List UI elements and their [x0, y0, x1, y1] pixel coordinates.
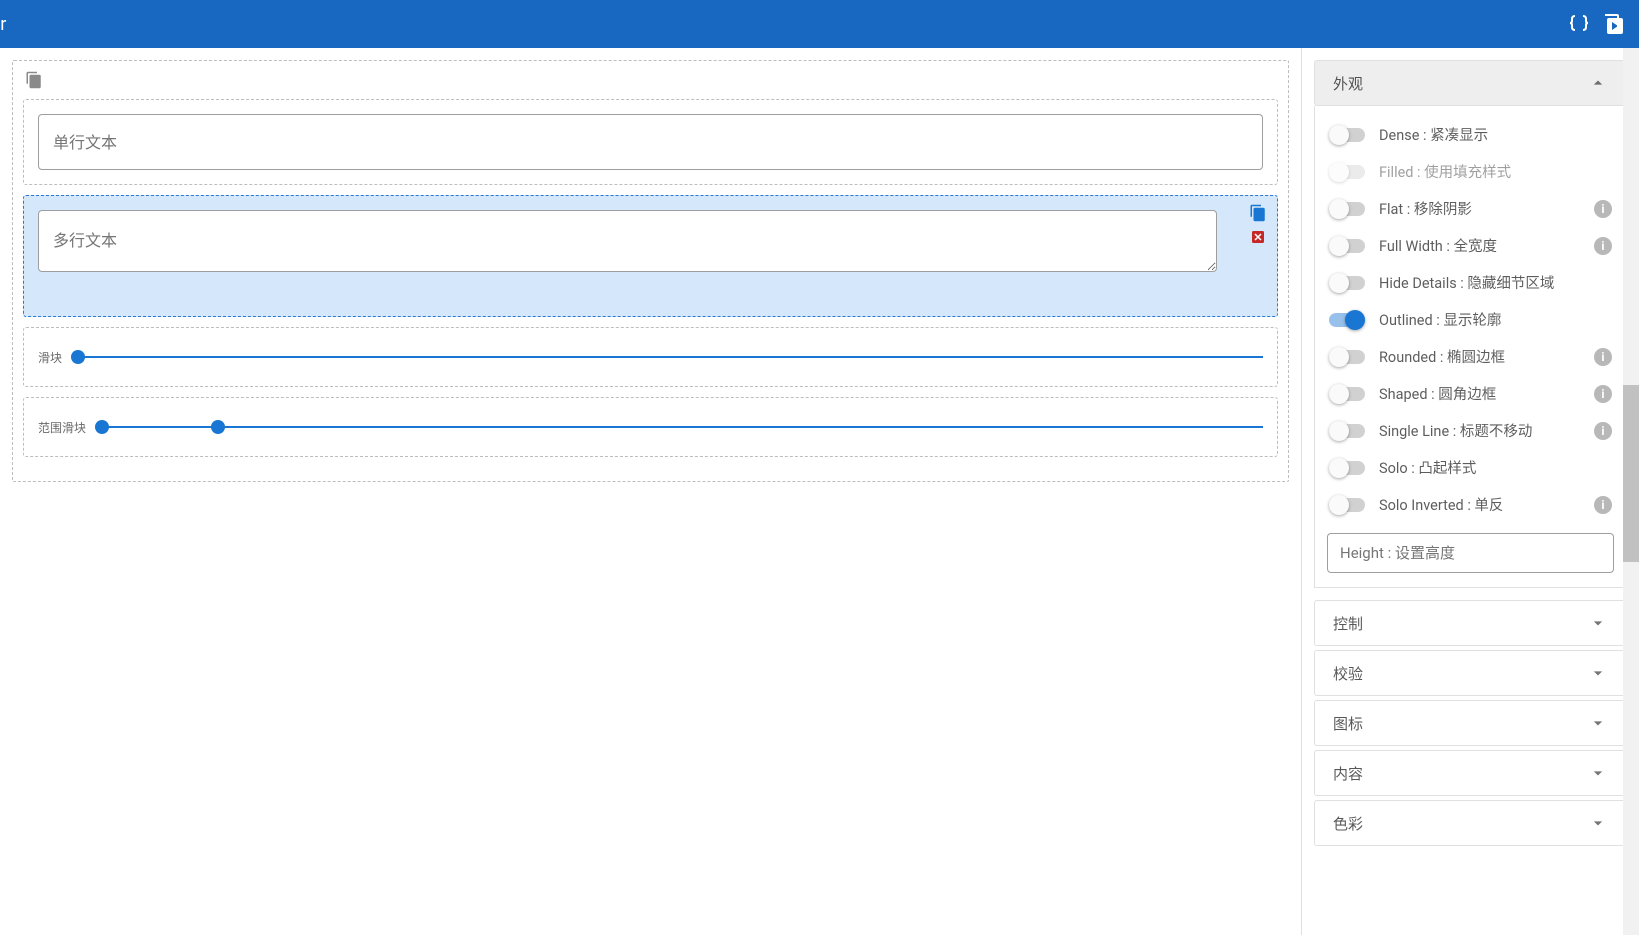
section-title: 图标	[1333, 713, 1363, 734]
chevron-up-icon	[1588, 73, 1608, 93]
canvas-wrap: 滑块范围滑块	[0, 48, 1301, 935]
canvas-block-textarea[interactable]	[23, 195, 1278, 317]
switch[interactable]	[1329, 461, 1365, 475]
textarea-input[interactable]	[38, 210, 1217, 272]
toggle-label: Dense : 紧凑显示	[1379, 124, 1488, 145]
toggle-row: Flat : 移除阴影 i	[1327, 190, 1614, 227]
toggle-row: Filled : 使用填充样式	[1327, 153, 1614, 190]
copy-icon[interactable]	[25, 71, 43, 89]
section-header[interactable]: 校验	[1314, 650, 1627, 696]
switch[interactable]	[1329, 498, 1365, 512]
canvas-block-range[interactable]: 范围滑块	[23, 397, 1278, 457]
app-root: or 滑块范围滑块 外观	[0, 0, 1639, 935]
section-title: 校验	[1333, 663, 1363, 684]
toggle-label: Rounded : 椭圆边框	[1379, 346, 1505, 367]
slider-label: 滑块	[38, 349, 62, 366]
toggle-label: Single Line : 标题不移动	[1379, 420, 1532, 441]
info-icon[interactable]: i	[1594, 200, 1612, 218]
block-actions	[1249, 204, 1267, 246]
section-header[interactable]: 控制	[1314, 600, 1627, 646]
switch[interactable]	[1329, 202, 1365, 216]
chevron-down-icon	[1588, 613, 1608, 633]
topbar-actions	[1567, 12, 1625, 36]
toggle-row: Outlined : 显示轮廓	[1327, 301, 1614, 338]
slider-track[interactable]	[102, 426, 1263, 428]
toggle-label: Hide Details : 隐藏细节区域	[1379, 272, 1554, 293]
toggle-row: Hide Details : 隐藏细节区域	[1327, 264, 1614, 301]
section-header[interactable]: 图标	[1314, 700, 1627, 746]
switch[interactable]	[1329, 350, 1365, 364]
slider-thumb[interactable]	[211, 420, 225, 434]
section-title: 色彩	[1333, 813, 1363, 834]
section-title: 控制	[1333, 613, 1363, 634]
info-icon[interactable]: i	[1594, 385, 1612, 403]
switch[interactable]	[1329, 276, 1365, 290]
toggle-label: Outlined : 显示轮廓	[1379, 309, 1501, 330]
switch[interactable]	[1329, 313, 1365, 327]
delete-icon[interactable]	[1249, 228, 1267, 246]
toggle-row: Single Line : 标题不移动 i	[1327, 412, 1614, 449]
toggle-row: Dense : 紧凑显示	[1327, 116, 1614, 153]
slider-track[interactable]	[78, 356, 1263, 358]
section-appearance-body: Dense : 紧凑显示Filled : 使用填充样式Flat : 移除阴影iF…	[1314, 106, 1627, 588]
info-icon[interactable]: i	[1594, 422, 1612, 440]
properties-sidebar: 外观 Dense : 紧凑显示 Filled : 使用填充样式 Flat : 移除阴…	[1301, 48, 1639, 935]
chevron-down-icon	[1588, 763, 1608, 783]
toggle-label: Full Width : 全宽度	[1379, 235, 1497, 256]
height-input[interactable]	[1327, 533, 1614, 573]
slider-label: 范围滑块	[38, 419, 86, 436]
json-icon[interactable]	[1567, 12, 1591, 36]
section-header[interactable]: 色彩	[1314, 800, 1627, 846]
app-title: or	[0, 14, 6, 35]
toggle-label: Filled : 使用填充样式	[1379, 161, 1511, 182]
toggle-row: Rounded : 椭圆边框 i	[1327, 338, 1614, 375]
scrollbar-thumb[interactable]	[1623, 385, 1639, 562]
chevron-down-icon	[1588, 713, 1608, 733]
slider-thumb[interactable]	[95, 420, 109, 434]
toggle-label: Flat : 移除阴影	[1379, 198, 1472, 219]
switch[interactable]	[1329, 239, 1365, 253]
topbar: or	[0, 0, 1639, 48]
section-appearance-title: 外观	[1333, 73, 1363, 94]
form-canvas[interactable]: 滑块范围滑块	[12, 60, 1289, 482]
info-icon[interactable]: i	[1594, 237, 1612, 255]
toggle-label: Solo : 凸起样式	[1379, 457, 1476, 478]
canvas-block-textfield[interactable]	[23, 99, 1278, 185]
toggle-row: Shaped : 圆角边框 i	[1327, 375, 1614, 412]
info-icon[interactable]: i	[1594, 496, 1612, 514]
toggle-row: Solo Inverted : 单反 i	[1327, 486, 1614, 523]
switch	[1329, 165, 1365, 179]
preview-icon[interactable]	[1601, 12, 1625, 36]
toggle-label: Shaped : 圆角边框	[1379, 383, 1496, 404]
textfield-input[interactable]	[38, 114, 1263, 170]
section-appearance-header[interactable]: 外观	[1314, 60, 1627, 106]
main-area: 滑块范围滑块 外观 Dense : 紧凑显示 Filled : 使用填充样式 Fla…	[0, 48, 1639, 935]
section-header[interactable]: 内容	[1314, 750, 1627, 796]
chevron-down-icon	[1588, 663, 1608, 683]
switch[interactable]	[1329, 128, 1365, 142]
slider-thumb[interactable]	[71, 350, 85, 364]
duplicate-icon[interactable]	[1249, 204, 1267, 222]
toggle-row: Solo : 凸起样式	[1327, 449, 1614, 486]
toggle-row: Full Width : 全宽度 i	[1327, 227, 1614, 264]
info-icon[interactable]: i	[1594, 348, 1612, 366]
chevron-down-icon	[1588, 813, 1608, 833]
toggle-label: Solo Inverted : 单反	[1379, 494, 1503, 515]
switch[interactable]	[1329, 387, 1365, 401]
canvas-block-slider[interactable]: 滑块	[23, 327, 1278, 387]
section-title: 内容	[1333, 763, 1363, 784]
scrollbar[interactable]	[1623, 48, 1639, 935]
switch[interactable]	[1329, 424, 1365, 438]
